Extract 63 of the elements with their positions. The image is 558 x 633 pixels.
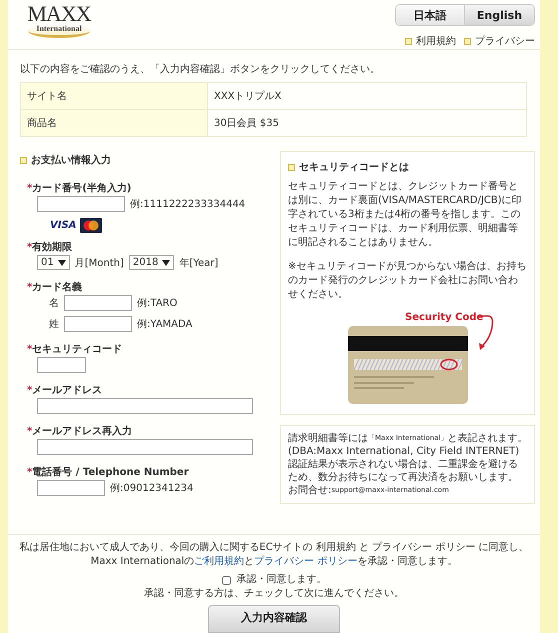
agreement-text: 私は居住地において成人であり、今回の購入に関するECサイトの 利用規約 と プライバシー ポリシー に同意し、 Maxx Internationalのご利用規約と プライバシー ポリシーを承認・同意します。	[18, 541, 530, 569]
language-tab[interactable]: 日本語	[396, 5, 465, 25]
dba-text: (DBA:Maxx International, City Field INTERNET)	[288, 445, 520, 458]
example-text: 例:09012341234	[110, 482, 194, 495]
bullet-icon	[288, 164, 295, 170]
field-label: カード名義	[32, 280, 82, 294]
required-mark: *	[27, 344, 32, 355]
required-mark: *	[27, 385, 32, 396]
language-tab[interactable]: English	[465, 5, 534, 25]
input-field[interactable]	[64, 316, 132, 332]
bullet-icon	[20, 156, 27, 164]
callout-label: Security Code	[405, 312, 484, 323]
box-title: セキュリティコードとは	[299, 161, 409, 174]
info-paragraph: セキュリティコードとは、クレジットカード番号とは別に、カード裏面(VISA/MASTERCARD/JCB)に印字されている3桁または4桁の番号を指します。このセキュリティコードは、カード利用伝票、明細書等に明記されることはありません。	[288, 180, 523, 250]
agree-checkbox[interactable]	[222, 576, 230, 584]
table-cell: XXXトリプルX	[208, 82, 526, 110]
confirm-button[interactable]: 入力内容確認	[208, 605, 340, 633]
section-title: お支払い情報入力	[31, 154, 111, 167]
dropdown[interactable]: 01	[37, 255, 70, 270]
instruction-text: 以下の内容をご確認のうえ、「入力内容確認」ボタンをクリックしてください。	[20, 62, 381, 76]
field-label: メールアドレス再入力	[32, 424, 132, 438]
field-label: 名	[48, 297, 59, 310]
checkbox-label: 承認・同意します。	[236, 573, 326, 587]
input-field[interactable]	[37, 196, 125, 212]
logo-wordmark: MAXX	[27, 4, 91, 24]
required-mark: *	[27, 242, 32, 253]
required-mark: *	[27, 282, 32, 293]
visa-logo: VISA	[50, 220, 76, 231]
logo-subtitle: International	[28, 24, 90, 38]
table-cell: 商品名	[20, 110, 208, 136]
field-label: セキュリティコード	[32, 343, 122, 356]
field-label: メールアドレス	[32, 384, 102, 397]
example-text: 例:TARO	[137, 297, 178, 310]
field-label: 有効期限	[32, 240, 72, 254]
input-field[interactable]	[37, 439, 253, 455]
required-mark: *	[27, 426, 32, 437]
required-mark: *	[27, 183, 32, 194]
dropdown[interactable]: 2018	[128, 255, 174, 270]
policy-link[interactable]: ご利用規約	[194, 556, 244, 567]
field-label: カード番号(半角入力)	[32, 182, 132, 195]
example-text: 例:YAMADA	[137, 318, 192, 331]
bullet-icon	[405, 38, 412, 45]
notice-text: 認証結果が表示されない場合は、二重課金を避けるため、数分お待ちになって再決済をお願いします。	[288, 458, 519, 484]
bullet-icon	[464, 38, 471, 45]
field-label: 姓	[48, 318, 59, 331]
table-cell: サイト名	[20, 82, 208, 110]
policy-link[interactable]: プライバシー ポリシー	[254, 556, 358, 567]
unit-label: 年[Year]	[179, 256, 218, 270]
unit-label: 月[Month]	[74, 256, 124, 270]
input-field[interactable]	[37, 398, 253, 414]
contact-label: お問合せ:	[288, 485, 332, 496]
input-field[interactable]	[64, 295, 132, 311]
input-field[interactable]	[37, 357, 86, 373]
required-mark: *	[27, 467, 32, 478]
header-link[interactable]: プライバシー	[475, 34, 535, 48]
mastercard-logo-icon	[80, 218, 102, 233]
field-label: 電話番号 / Telephone Number	[32, 466, 189, 479]
note-text: 承認・同意する方は、チェックして次に進んでください。	[143, 587, 405, 601]
example-text: 例:1111222233334444	[130, 198, 246, 211]
header-link[interactable]: 利用規約	[416, 34, 456, 48]
input-field[interactable]	[37, 480, 105, 496]
table-cell: 30日会員 $35	[208, 110, 526, 136]
info-paragraph: ※セキュリティコードが見つからない場合は、お持ちのカード発行のクレジットカード会社にお問い合わせください。	[288, 260, 528, 302]
